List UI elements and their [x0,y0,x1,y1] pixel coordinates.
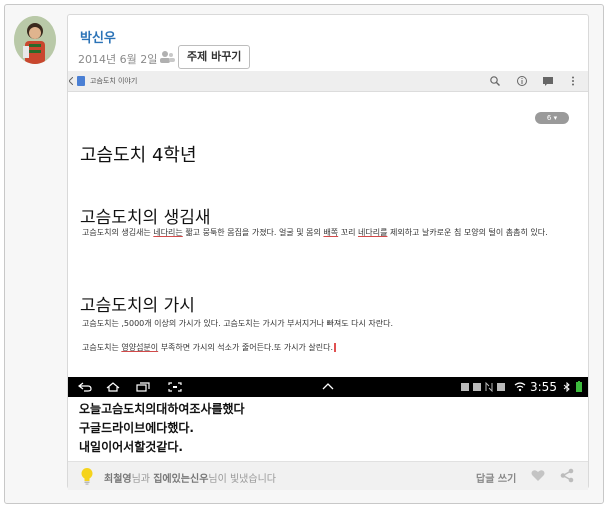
android-status-bar: 3:55 [68,377,588,397]
caption-line-1: 오늘고슴도치의대하여조사를했다 [79,402,245,416]
section-text-spines-1: 고슴도치는 ,5000개 이상의 가시가 있다. 고슴도치는 가시가 부서지거나… [82,319,394,328]
avatar[interactable] [14,16,56,64]
back-arrow-icon[interactable] [69,77,73,85]
doc-title: 고슴도치 이야기 [90,77,138,85]
doc-heading: 고슴도치 4학년 [80,145,197,166]
caption-line-3: 내일이어서할것같다. [79,440,183,454]
doc-icon [77,76,85,86]
clock: 3:55 [530,380,557,394]
attached-screenshot[interactable]: 고슴도치 이야기 6 ▾ 고슴도치 4학년 고슴도치의 생김새 고슴도치의 생김… [68,71,588,397]
section-text-appearance: 고슴도치의 생김새는 네다리는 짧고 뭉툭한 몸집을 가졌다. 얼굴 및 몸의 … [82,228,548,237]
search-icon[interactable] [489,75,501,87]
page-chip[interactable]: 6 ▾ [535,112,569,124]
notification-icons [461,382,505,392]
doc-toolbar: 고슴도치 이야기 [68,71,588,92]
bluetooth-icon [563,382,570,392]
nav-back-icon[interactable] [78,382,92,392]
nav-recents-icon[interactable] [136,382,150,392]
heart-icon[interactable] [531,469,545,482]
author-name[interactable]: 박신우 [80,27,116,46]
comment-icon[interactable] [542,75,554,87]
people-icon [160,51,175,63]
screenshot-icon[interactable] [168,382,182,392]
section-title-appearance: 고슴도치의 생김새 [80,208,211,228]
text-cursor [334,343,337,352]
section-title-spines: 고슴도치의 가시 [80,296,195,316]
share-icon[interactable] [560,468,574,483]
lightbulb-icon[interactable] [80,467,94,485]
liker-name-1[interactable]: 최철영 [104,474,132,485]
post-card: 박신우 2014년 6월 2일 주제 바꾸기 고슴도치 이야기 6 ▾ 고슴도치… [67,14,589,490]
battery-icon [576,381,582,392]
caption-line-2: 구글드라이브에다했다. [79,421,194,435]
wifi-icon [514,382,526,392]
reply-button[interactable]: 답글 쓰기 [476,470,516,485]
chevron-up-icon[interactable] [322,382,334,392]
post-footer: 최철영님과 집에있는신우님이 빛냈습니다 답글 쓰기 [68,461,588,490]
section-text-spines-2: 고슴도치는 영양섭분이 부족하면 가시의 석소가 줄어든다.또 가시가 살린다. [82,341,577,355]
more-vert-icon[interactable] [567,75,579,87]
post-date[interactable]: 2014년 6월 2일 [78,51,157,67]
change-topic-button[interactable]: 주제 바꾸기 [178,45,251,69]
liker-name-2[interactable]: 집에있는신우 [153,474,208,485]
nav-home-icon[interactable] [106,382,120,392]
info-icon[interactable] [516,75,528,87]
liked-by-text: 최철영님과 집에있는신우님이 빛냈습니다 [104,474,276,485]
